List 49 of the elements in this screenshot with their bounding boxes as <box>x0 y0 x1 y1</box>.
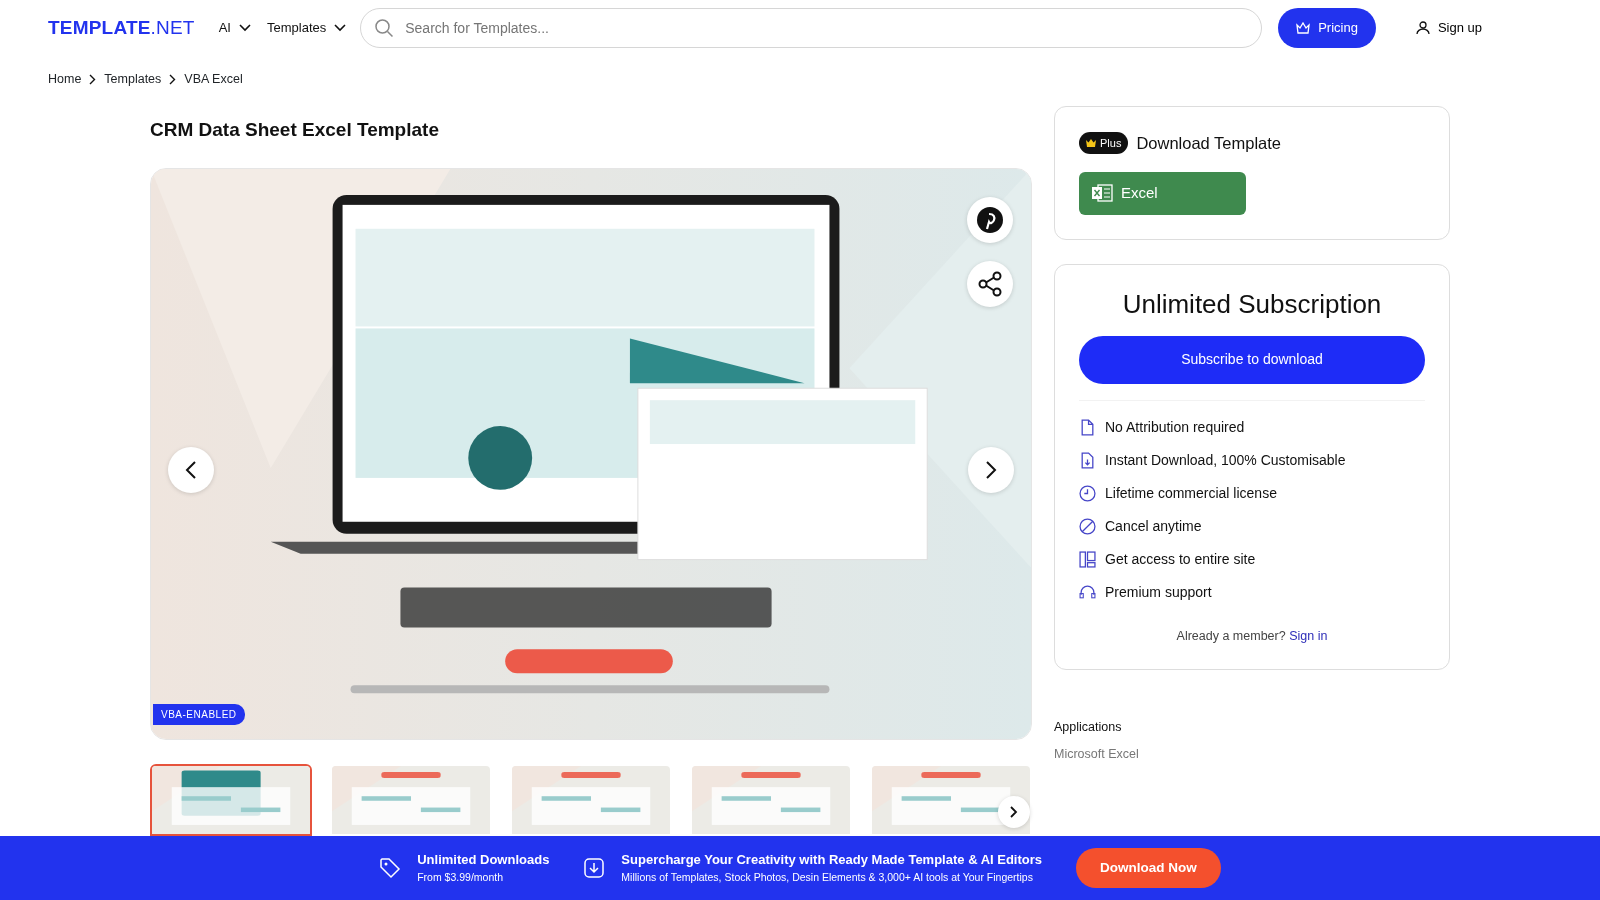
subscription-title: Unlimited Subscription <box>1121 288 1383 320</box>
layout-icon <box>1079 550 1096 568</box>
feature-text: Lifetime commercial license <box>1105 483 1277 503</box>
feature-text: Instant Download, 100% Customisable <box>1105 450 1346 470</box>
crown-icon <box>1296 22 1311 34</box>
plus-badge: Plus <box>1079 131 1129 155</box>
feature-text: Cancel anytime <box>1105 516 1202 536</box>
headset-icon <box>1079 583 1096 601</box>
application-name: Microsoft Excel <box>1054 746 1139 764</box>
applications-label: Applications <box>1054 719 1122 737</box>
chevron-down-icon <box>238 24 251 32</box>
search-field[interactable]: Search for Templates... <box>360 8 1263 48</box>
nav-menu[interactable]: Templates <box>266 18 347 38</box>
banner-title: Supercharge Your Creativity with Ready Made Template & AI Editors <box>621 851 1043 870</box>
chevron-right-icon <box>169 73 177 85</box>
breadcrumb-link[interactable]: Templates <box>104 70 162 89</box>
card-title: Download Template <box>1136 132 1282 154</box>
crown-icon <box>1086 139 1096 148</box>
file-download-icon <box>1079 451 1096 469</box>
site-logo[interactable]: TEMPLATE.NET <box>48 13 195 43</box>
banner-subtitle: Millions of Templates, Stock Photos, Desin Elements & 3,000+ AI tools at Your Fingertips <box>621 869 1033 885</box>
spreadsheet-icon <box>1091 183 1113 203</box>
chevron-right-icon <box>89 73 97 85</box>
pin-icon <box>976 205 1004 234</box>
chevron-left-icon <box>185 460 197 479</box>
sign-up-link[interactable]: Sign up <box>1409 17 1488 39</box>
member-text: Already a member? <box>1176 628 1286 643</box>
chevron-right-icon <box>985 460 997 479</box>
user-icon <box>1415 21 1430 35</box>
clock-icon <box>1079 484 1096 502</box>
tag-icon <box>379 857 402 879</box>
banner-title: Unlimited Downloads <box>417 851 550 870</box>
feature-text: No Attribution required <box>1105 417 1245 437</box>
pricing-button[interactable]: Pricing <box>1278 8 1376 48</box>
chevron-down-icon <box>334 24 347 32</box>
breadcrumb-link[interactable]: VBA Excel <box>184 70 243 89</box>
subscribe-button[interactable]: Subscribe to download <box>1079 335 1425 384</box>
download-icon <box>583 857 606 879</box>
page-title: CRM Data Sheet Excel Template <box>150 118 440 142</box>
share-icon <box>976 269 1004 298</box>
feature-text: Premium support <box>1105 582 1212 602</box>
banner-subtitle: From $3.99/month <box>417 869 503 885</box>
cancel-icon <box>1079 517 1096 535</box>
sign-in-link[interactable]: Sign in <box>1289 628 1328 643</box>
breadcrumb-link[interactable]: Home <box>48 70 82 89</box>
nav-menu[interactable]: AI <box>218 18 251 38</box>
feature-text: Get access to entire site <box>1105 549 1256 569</box>
file-icon <box>1079 418 1096 436</box>
excel-download-button[interactable]: Excel <box>1079 171 1246 215</box>
